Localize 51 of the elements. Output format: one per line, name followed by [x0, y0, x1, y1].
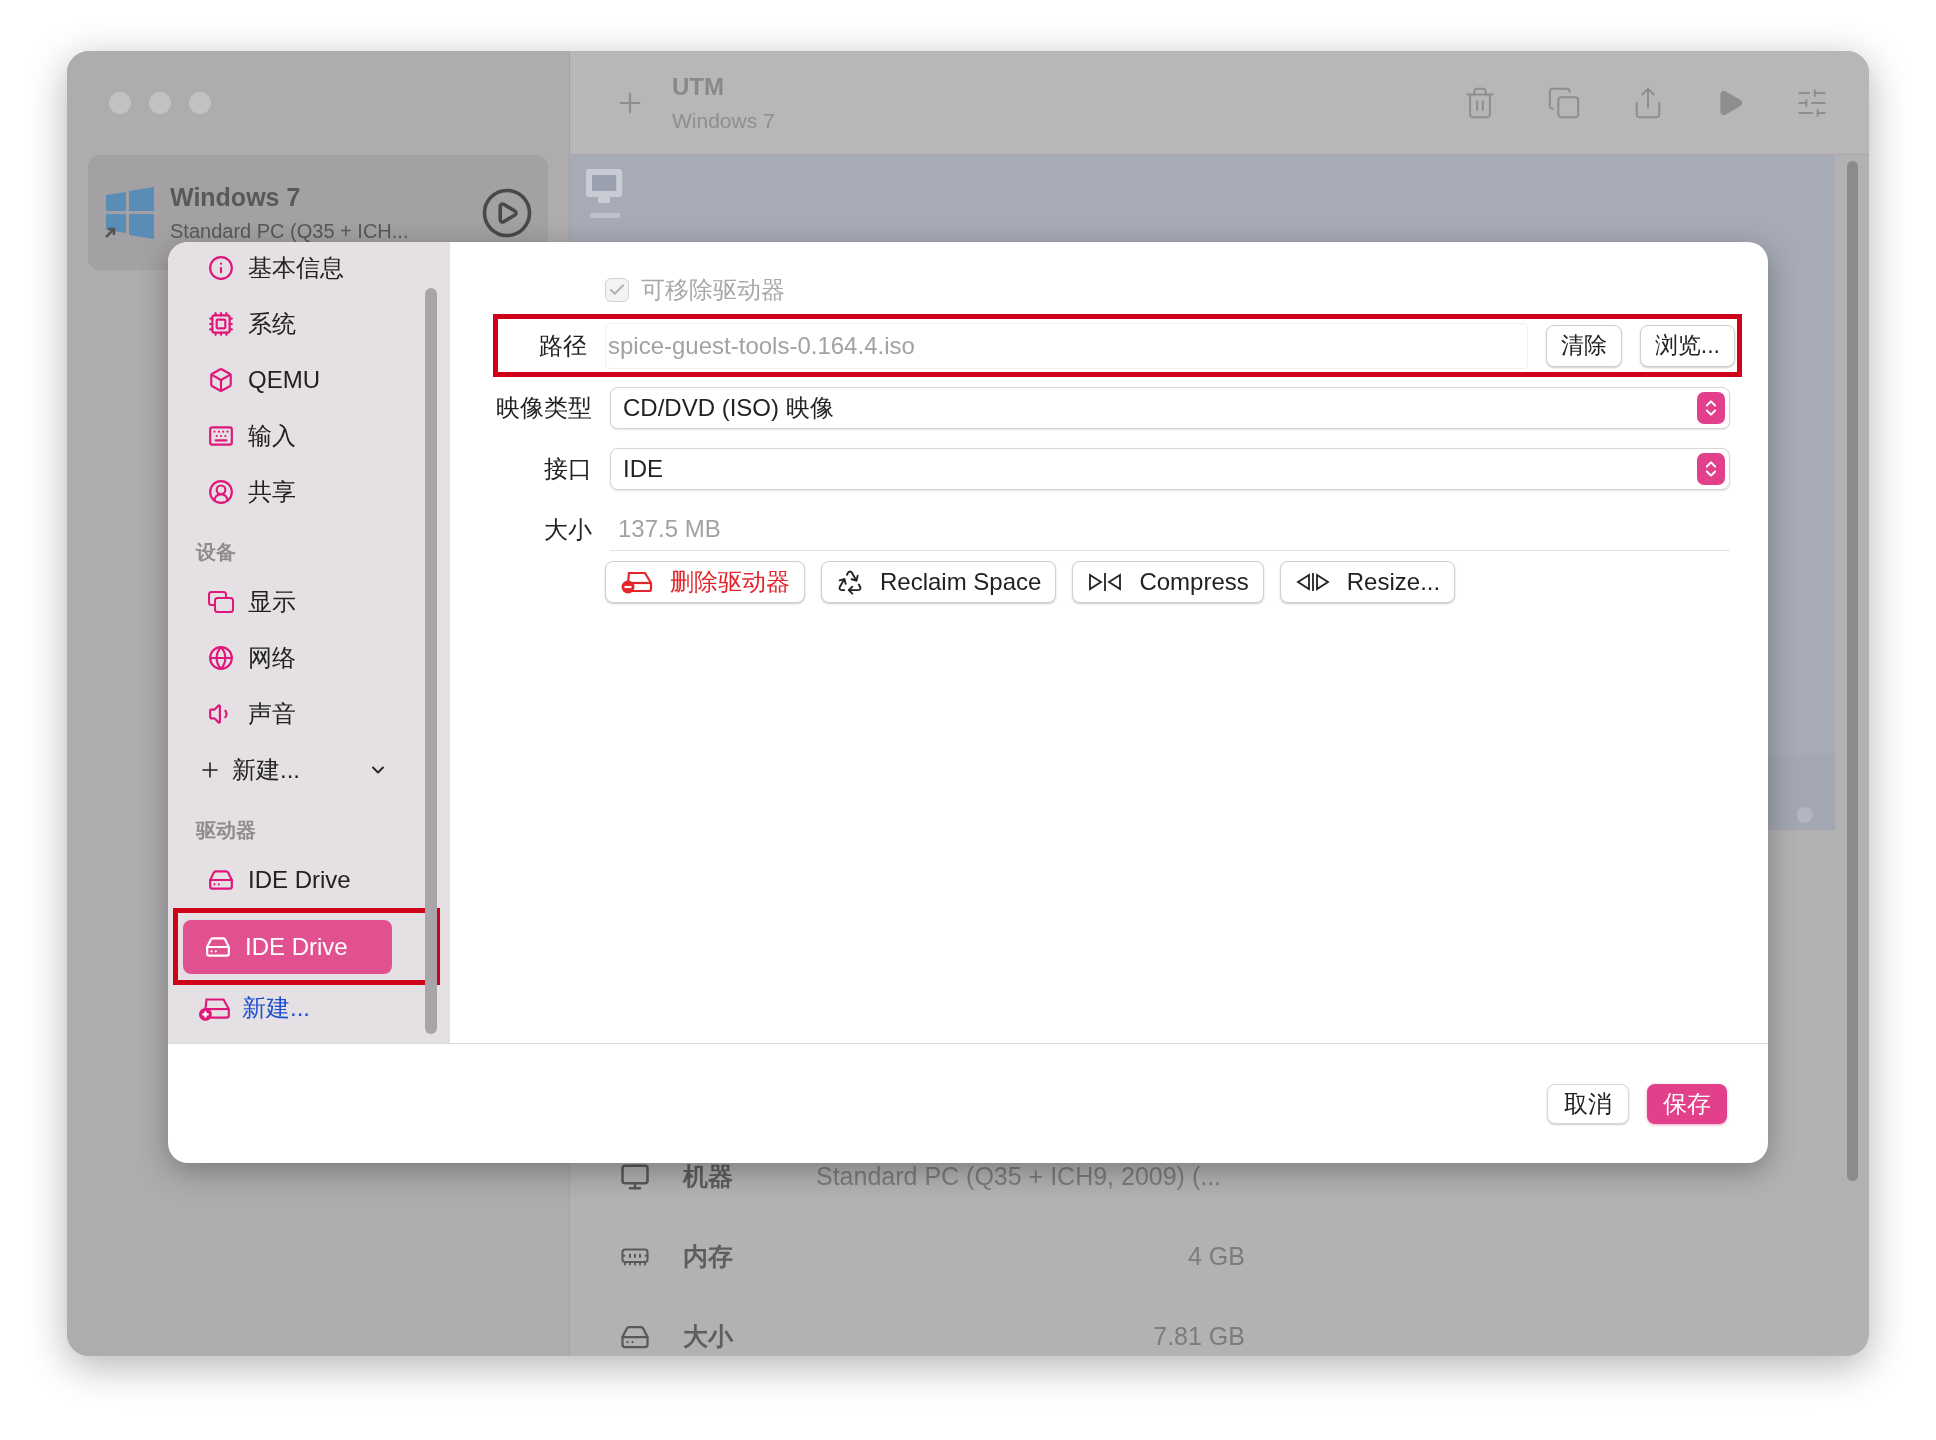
detail-label: 大小 — [683, 1321, 735, 1353]
field-label: 映像类型 — [495, 392, 592, 423]
reclaim-space-button[interactable]: Reclaim Space — [821, 561, 1057, 603]
drive-plus-icon — [198, 995, 232, 1021]
recycle-icon — [836, 568, 864, 596]
resize-icon — [1294, 571, 1331, 593]
display-icon — [208, 589, 234, 615]
save-button[interactable]: 保存 — [1647, 1083, 1727, 1124]
person-icon — [208, 479, 234, 505]
sidebar-item[interactable]: 声音 — [168, 686, 418, 742]
detail-label: 机器 — [683, 1161, 734, 1193]
windows-logo-icon — [104, 186, 156, 239]
keyboard-icon — [208, 423, 234, 449]
field-label: 接口 — [543, 453, 592, 484]
globe-icon — [208, 645, 234, 671]
sidebar-item[interactable]: 网络 — [168, 630, 418, 686]
select-field[interactable]: CD/DVD (ISO) 映像 — [610, 386, 1730, 429]
select-field[interactable]: IDE — [610, 447, 1730, 490]
sidebar-item[interactable]: 系统 — [168, 296, 418, 352]
stepper-icon — [1697, 452, 1725, 485]
browse-button[interactable]: 浏览... — [1639, 324, 1735, 367]
section-header: 驱动器 — [194, 818, 257, 843]
compress-icon — [1087, 571, 1124, 593]
clear-button[interactable]: 清除 — [1545, 324, 1622, 367]
cube-icon — [208, 367, 234, 393]
stepper-icon — [1697, 391, 1725, 424]
vm-name: Windows 7 — [170, 181, 302, 213]
new-device-menu[interactable]: 新建... — [168, 742, 388, 798]
compress-button[interactable]: Compress — [1072, 561, 1264, 603]
checkbox-label: 可移除驱动器 — [641, 275, 785, 305]
chip-icon — [208, 311, 234, 337]
copy-icon[interactable] — [1547, 85, 1581, 120]
section-header: 设备 — [194, 540, 237, 565]
cancel-button[interactable]: 取消 — [1547, 1083, 1629, 1124]
sidebar-item[interactable]: IDE Drive — [168, 852, 418, 908]
field-label: 大小 — [543, 514, 592, 545]
info-icon — [208, 255, 234, 281]
resize-button[interactable]: Resize... — [1279, 561, 1456, 603]
sidebar-item[interactable]: 显示 — [168, 574, 418, 630]
field-label: 路径 — [538, 330, 587, 361]
trash-icon[interactable] — [1463, 85, 1497, 120]
detail-label: 内存 — [683, 1241, 734, 1273]
sidebar-item[interactable]: 输入 — [168, 408, 418, 464]
drive-remove-icon — [620, 570, 654, 594]
monitor-icon — [620, 1162, 650, 1192]
vm-description: Standard PC (Q35 + ICH... — [170, 219, 410, 245]
delete-drive-button[interactable]: 删除驱动器 — [605, 561, 805, 603]
sidebar-item[interactable]: QEMU — [168, 352, 418, 408]
sidebar-item[interactable]: IDE Drive — [183, 919, 392, 974]
drive-icon — [208, 867, 234, 893]
sidebar-item[interactable]: 共享 — [168, 464, 418, 520]
